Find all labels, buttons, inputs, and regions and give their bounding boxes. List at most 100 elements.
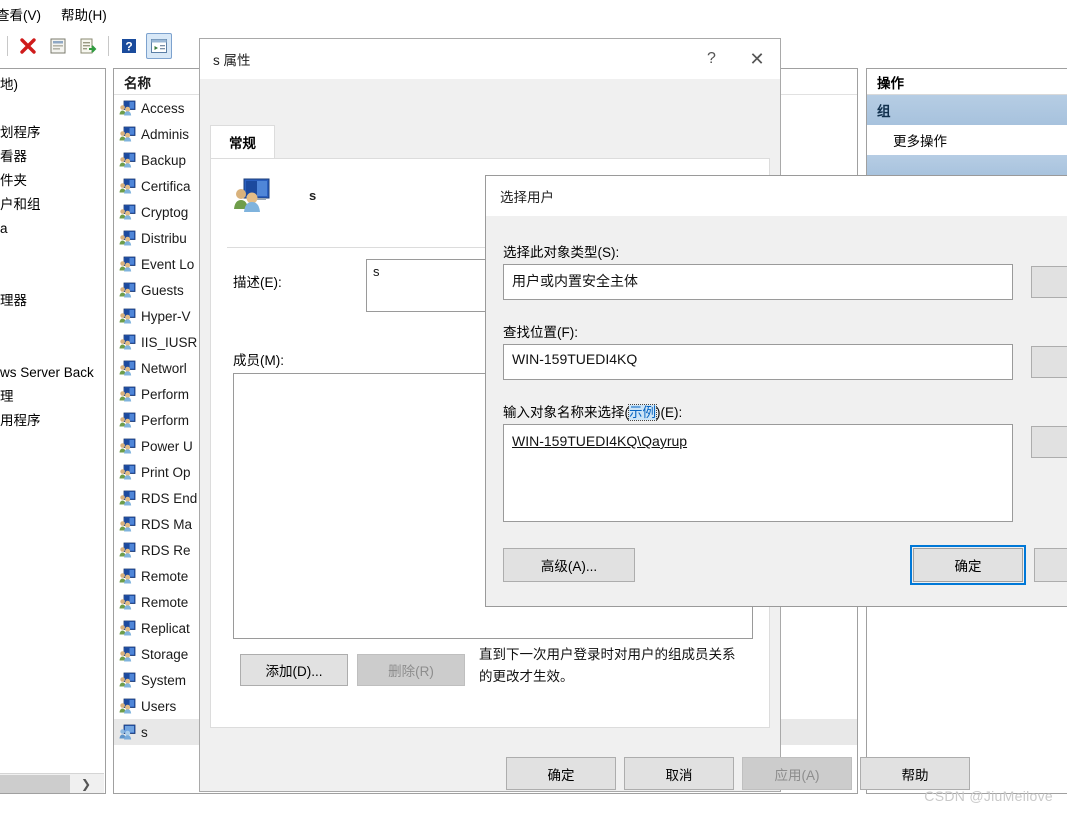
object-name-input[interactable]: WIN-159TUEDI4KQ\Qayrup <box>503 424 1013 522</box>
list-item-label: System <box>141 672 187 688</box>
properties-icon-button[interactable] <box>45 33 71 59</box>
list-item-label: RDS End <box>141 490 198 506</box>
list-item-label: Networl <box>141 360 187 376</box>
action-more-actions[interactable]: 更多操作 <box>867 125 1067 155</box>
membership-note: 直到下一次用户登录时对用户的组成员关系的更改才生效。 <box>479 647 736 684</box>
group-icon <box>119 360 136 376</box>
object-name-label-prefix: 输入对象名称来选择( <box>503 405 629 420</box>
properties-cancel-button[interactable]: 取消 <box>624 757 734 790</box>
help-titlebar-button[interactable]: ? <box>689 39 734 79</box>
list-item-label: Access <box>141 100 185 116</box>
object-name-label: 输入对象名称来选择(示例)(E): <box>503 401 682 421</box>
properties-tabstrip: 常规 <box>210 125 275 159</box>
list-item-label: RDS Ma <box>141 516 193 532</box>
tab-general[interactable]: 常规 <box>210 125 275 159</box>
console-tree-pane[interactable]: 地) 划程序 看器 件夹 户和组 a 理器 ws Server Back 理 用… <box>0 68 106 794</box>
list-item-label: Remote <box>141 594 189 610</box>
add-member-button[interactable]: 添加(D)... <box>240 654 348 686</box>
list-item-label: Perform <box>141 386 190 402</box>
object-name-value: WIN-159TUEDI4KQ\Qayrup <box>512 433 688 449</box>
svg-text:?: ? <box>125 40 132 54</box>
advanced-button[interactable]: 高级(A)... <box>503 548 635 582</box>
export-list-icon-button[interactable] <box>75 33 101 59</box>
scroll-right-arrow-icon[interactable]: ❯ <box>70 775 102 793</box>
remove-member-button: 删除(R) <box>357 654 465 686</box>
group-icon <box>119 308 136 324</box>
list-item-label: Storage <box>141 646 189 662</box>
select-users-title-bar[interactable]: 选择用户 <box>486 176 1067 216</box>
group-icon <box>119 698 136 714</box>
tree-item[interactable]: 件夹 <box>0 169 105 193</box>
locations-button[interactable]: 位置 <box>1031 346 1067 378</box>
list-item-label: Replicat <box>141 620 190 636</box>
watermark: CSDN @JiuMeilove <box>924 788 1053 804</box>
group-icon <box>119 724 136 740</box>
menu-item-view[interactable]: 查看(V) <box>0 0 51 28</box>
list-item-label: Power U <box>141 438 193 454</box>
tree-item[interactable]: 看器 <box>0 145 105 169</box>
group-icon <box>119 178 136 194</box>
menu-bar: 查看(V) 帮助(H) <box>0 0 1067 28</box>
select-users-ok-button[interactable]: 确定 <box>910 545 1026 585</box>
select-users-dialog: 选择用户 选择此对象类型(S): 用户或内置安全主体 对象类 查找位置(F): … <box>485 175 1067 607</box>
object-type-label: 选择此对象类型(S): <box>503 245 620 260</box>
tree-item[interactable]: 划程序 <box>0 121 105 145</box>
check-names-button[interactable]: 检查名 <box>1031 426 1067 458</box>
list-item-label: Remote <box>141 568 189 584</box>
group-icon <box>119 568 136 584</box>
properties-help-button[interactable]: 帮助 <box>860 757 970 790</box>
examples-link[interactable]: 示例 <box>628 404 657 421</box>
list-item-label: Certifica <box>141 178 191 194</box>
tree-item[interactable]: 理 <box>0 385 105 409</box>
tree-item[interactable]: 户和组 <box>0 193 105 217</box>
group-icon <box>119 282 136 298</box>
location-input[interactable]: WIN-159TUEDI4KQ <box>503 344 1013 380</box>
group-icon <box>119 646 136 662</box>
group-icon <box>119 672 136 688</box>
object-types-button[interactable]: 对象类 <box>1031 266 1067 298</box>
group-icon <box>119 152 136 168</box>
group-icon <box>119 386 136 402</box>
delete-icon <box>20 38 36 54</box>
close-icon[interactable]: ✕ <box>734 39 780 79</box>
export-list-icon <box>80 38 97 54</box>
list-item-label: Event Lo <box>141 256 195 272</box>
properties-ok-button[interactable]: 确定 <box>506 757 616 790</box>
show-hide-tree-icon <box>151 39 167 53</box>
group-icon <box>119 516 136 532</box>
actions-group-band: 组 <box>867 95 1067 125</box>
menu-item-help[interactable]: 帮助(H) <box>51 0 117 28</box>
object-type-input[interactable]: 用户或内置安全主体 <box>503 264 1013 300</box>
properties-title-bar[interactable]: s 属性 ? ✕ <box>200 39 780 79</box>
show-hide-tree-icon-button[interactable] <box>146 33 172 59</box>
scrollbar-thumb[interactable] <box>0 774 70 793</box>
toolbar-separator-2 <box>108 36 109 56</box>
tree-item[interactable]: ws Server Back <box>0 361 105 385</box>
group-icon <box>119 204 136 220</box>
tree-horizontal-scrollbar[interactable]: ❯ <box>0 773 104 793</box>
tree-item[interactable]: 理器 <box>0 289 105 313</box>
list-item-label: Backup <box>141 152 187 168</box>
select-users-cancel-button[interactable]: 取 <box>1034 548 1067 582</box>
tree-item[interactable]: a <box>0 217 105 241</box>
list-item-label: RDS Re <box>141 542 191 558</box>
properties-dialog-title: s 属性 <box>213 53 251 68</box>
group-icon <box>119 256 136 272</box>
delete-icon-button[interactable] <box>15 33 41 59</box>
location-label: 查找位置(F): <box>503 325 578 340</box>
list-item-label: Print Op <box>141 464 191 480</box>
group-icon <box>119 412 136 428</box>
actions-pane-header: 操作 <box>867 69 1067 95</box>
tree-item[interactable]: 地) <box>0 73 105 97</box>
group-icon <box>233 177 271 213</box>
list-item-label: Perform <box>141 412 190 428</box>
help-icon-button[interactable]: ? <box>116 33 142 59</box>
select-users-dialog-title: 选择用户 <box>500 190 554 205</box>
group-icon <box>119 594 136 610</box>
tree-item[interactable]: 用程序 <box>0 409 105 433</box>
list-item-label: s <box>141 724 148 740</box>
